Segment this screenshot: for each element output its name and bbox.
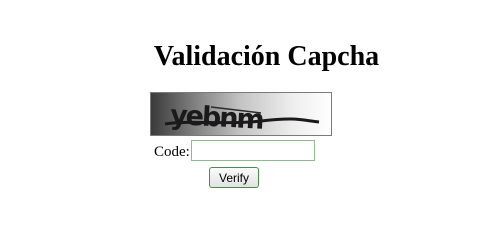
verify-button[interactable]: Verify bbox=[209, 167, 259, 188]
code-input[interactable] bbox=[191, 140, 315, 161]
page-title: Validación Capcha bbox=[153, 41, 380, 72]
captcha-text: yebnm bbox=[169, 100, 263, 135]
code-label: Code: bbox=[154, 144, 190, 160]
captcha-image: yebnm bbox=[150, 92, 332, 136]
